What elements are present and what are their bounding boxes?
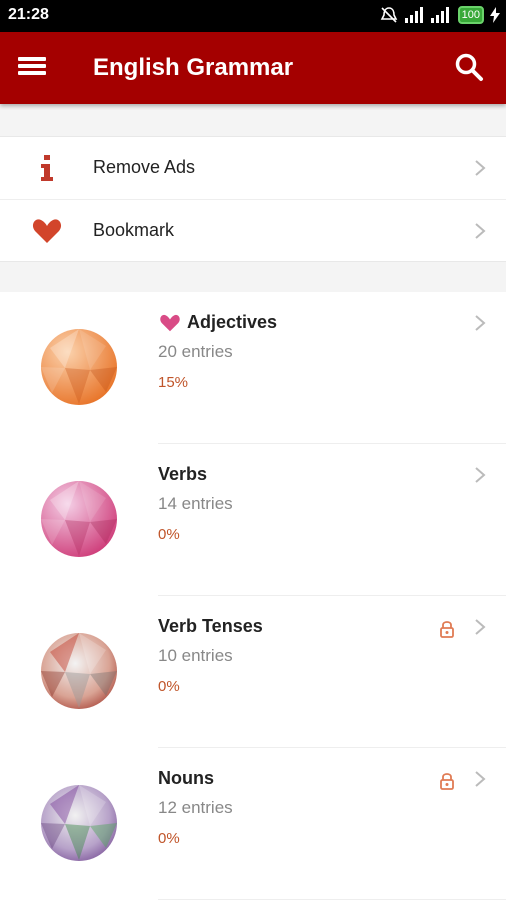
hamburger-line bbox=[18, 71, 46, 75]
chevron-right-icon bbox=[475, 467, 486, 483]
app-title: English Grammar bbox=[93, 54, 294, 81]
lock-icon bbox=[440, 621, 454, 638]
lock-icon bbox=[440, 773, 454, 790]
hamburger-line bbox=[18, 64, 46, 68]
lesson-entries: 14 entries bbox=[158, 494, 233, 513]
status-bar: 21:28 100 bbox=[0, 0, 506, 32]
gem-thumbnail bbox=[41, 633, 117, 709]
status-icons: 100 bbox=[380, 6, 500, 24]
lesson-item-nouns[interactable]: Nouns 12 entries 0% bbox=[0, 748, 506, 900]
lesson-title: Verbs bbox=[158, 464, 208, 484]
signal-2-icon bbox=[430, 7, 449, 23]
lesson-entries: 12 entries bbox=[158, 798, 233, 817]
lesson-title: Adjectives bbox=[187, 312, 278, 332]
app-bar: English Grammar bbox=[0, 32, 506, 104]
gem-thumbnail bbox=[41, 481, 117, 557]
mute-alarm-icon bbox=[380, 7, 397, 23]
chevron-right-icon bbox=[475, 619, 486, 635]
status-time: 21:28 bbox=[8, 6, 49, 23]
menu-card: Remove Ads Bookmark bbox=[0, 136, 506, 262]
search-button[interactable] bbox=[454, 52, 484, 82]
chevron-right-icon bbox=[475, 223, 486, 239]
remove-ads-item[interactable]: Remove Ads bbox=[0, 137, 506, 199]
bookmark-item[interactable]: Bookmark bbox=[0, 199, 506, 262]
lesson-title: Verb Tenses bbox=[158, 616, 263, 636]
battery-icon: 100 bbox=[457, 6, 484, 24]
lesson-progress: 0% bbox=[158, 830, 180, 847]
chevron-right-icon bbox=[475, 771, 486, 787]
lesson-progress: 0% bbox=[158, 526, 180, 543]
lesson-entries: 20 entries bbox=[158, 342, 233, 361]
search-icon bbox=[455, 53, 483, 81]
signal-icon bbox=[404, 7, 423, 23]
chevron-right-icon bbox=[475, 160, 486, 176]
lesson-entries: 10 entries bbox=[158, 646, 233, 665]
gem-thumbnail bbox=[41, 329, 117, 405]
heart-icon bbox=[30, 214, 64, 248]
bookmark-label: Bookmark bbox=[93, 220, 175, 240]
remove-ads-label: Remove Ads bbox=[93, 157, 196, 177]
bookmarked-heart-icon bbox=[160, 314, 180, 332]
chevron-right-icon bbox=[475, 315, 486, 331]
lesson-item-verb-tenses[interactable]: Verb Tenses 10 entries 0% bbox=[0, 596, 506, 748]
gem-thumbnail bbox=[41, 785, 117, 861]
lesson-item-verbs[interactable]: Verbs 14 entries 0% bbox=[0, 444, 506, 596]
menu-button[interactable] bbox=[18, 54, 46, 82]
lesson-progress: 15% bbox=[158, 374, 189, 391]
hamburger-icon bbox=[18, 57, 46, 61]
battery-level: 100 bbox=[457, 6, 484, 24]
lessons-list: Adjectives 20 entries 15% Verbs 14 entri… bbox=[0, 292, 506, 900]
info-icon bbox=[30, 151, 64, 185]
charging-icon bbox=[490, 7, 500, 23]
lesson-progress: 0% bbox=[158, 678, 180, 695]
lesson-title: Nouns bbox=[158, 768, 214, 788]
lesson-item-adjectives[interactable]: Adjectives 20 entries 15% bbox=[0, 292, 506, 444]
